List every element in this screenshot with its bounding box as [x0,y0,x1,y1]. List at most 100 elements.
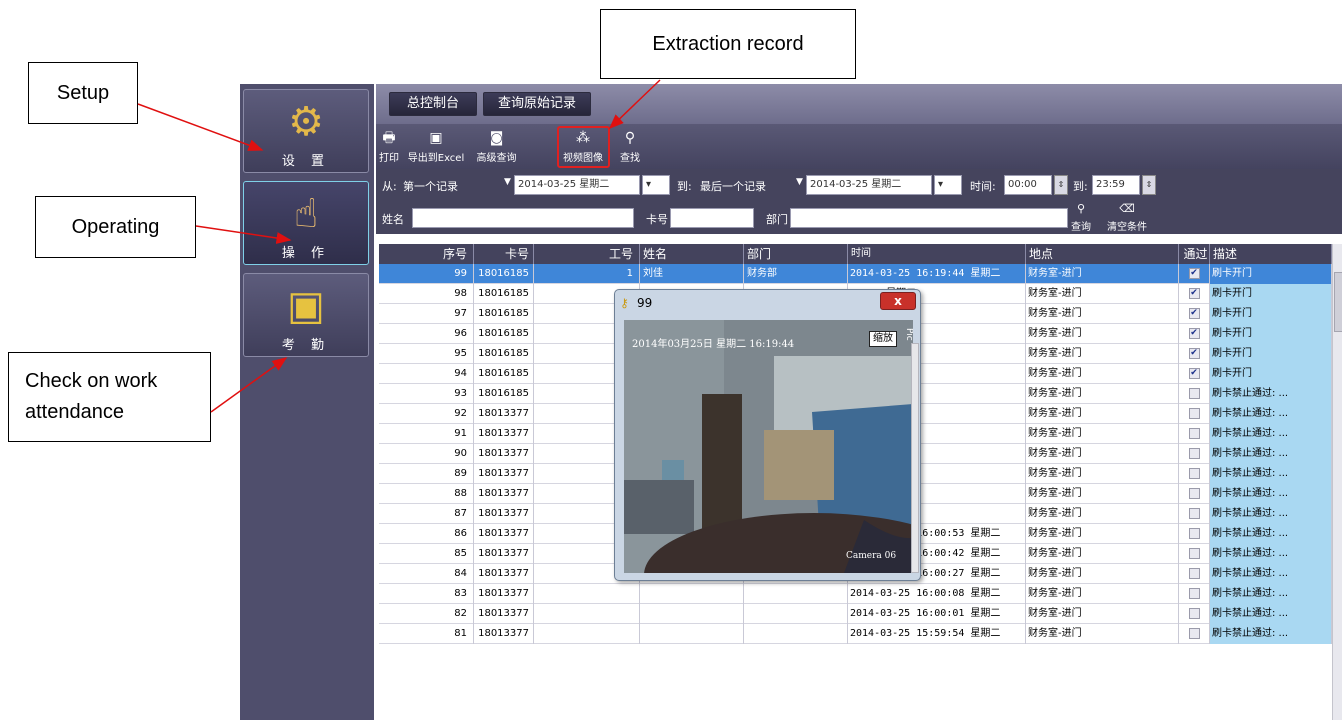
unchecked-checkbox[interactable] [1188,407,1200,419]
cell-place: 财务室-进门 [1026,404,1179,424]
unchecked-checkbox[interactable] [1188,567,1200,579]
clear-conditions-button[interactable]: ⌫ 清空条件 [1098,203,1156,234]
column-header[interactable]: 序号 [379,244,474,264]
dept-select[interactable] [790,208,1068,228]
tab-query-records[interactable]: 查询原始记录 [483,92,591,116]
column-header[interactable]: 通过 [1179,244,1210,264]
column-header[interactable]: 姓名 [640,244,744,264]
vertical-scrollbar[interactable] [1332,244,1342,720]
column-header[interactable]: 地点 [1026,244,1179,264]
to-date-picker[interactable]: ▾ [934,175,962,195]
cell-card: 18016185 [474,284,534,304]
close-button[interactable]: x [880,292,916,310]
column-header[interactable]: 卡号 [474,244,534,264]
checked-checkbox[interactable]: ✔ [1188,267,1200,279]
pass-checkbox-cell[interactable] [1179,444,1210,464]
pass-checkbox-cell[interactable]: ✔ [1179,344,1210,364]
zoom-button[interactable]: 缩放 [869,331,897,347]
table-row[interactable]: 83 18013377 2014-03-25 16:00:08 星期二 财务室-进门 刷… [379,584,1332,604]
callout-check-attendance: Check on work attendance [8,352,211,442]
unchecked-checkbox[interactable] [1188,527,1200,539]
unchecked-checkbox[interactable] [1188,447,1200,459]
pass-checkbox-cell[interactable]: ✔ [1179,324,1210,344]
sidebar-item-attendance[interactable]: ▣ 考 勤 [243,273,369,357]
unchecked-checkbox[interactable] [1188,607,1200,619]
pass-checkbox-cell[interactable] [1179,404,1210,424]
pass-checkbox-cell[interactable]: ✔ [1179,304,1210,324]
popup-scrollbar[interactable] [911,343,919,573]
unchecked-checkbox[interactable] [1188,587,1200,599]
pass-checkbox-cell[interactable] [1179,424,1210,444]
from-record-select[interactable]: 第一个记录 [403,178,458,194]
checked-checkbox[interactable]: ✔ [1188,307,1200,319]
cell-time: 2014-03-25 16:00:08 星期二 [848,584,1026,604]
unchecked-checkbox[interactable] [1188,467,1200,479]
to-date-field[interactable]: 2014-03-25 星期二 [806,175,932,195]
name-input[interactable] [412,208,634,228]
sidebar-item-operating[interactable]: ☝ 操 作 [243,181,369,265]
from-date-field[interactable]: 2014-03-25 星期二 [514,175,640,195]
checked-checkbox[interactable]: ✔ [1188,287,1200,299]
pass-checkbox-cell[interactable] [1179,624,1210,644]
pass-checkbox-cell[interactable]: ✔ [1179,284,1210,304]
unchecked-checkbox[interactable] [1188,487,1200,499]
cell-no: 82 [379,604,474,624]
print-button[interactable]: 🖶 打印 [376,130,402,164]
pass-checkbox-cell[interactable] [1179,464,1210,484]
time-from-field[interactable]: 00:00 [1004,175,1052,195]
checked-checkbox[interactable]: ✔ [1188,367,1200,379]
callout-check-line1: Check on work [25,370,158,392]
pass-checkbox-cell[interactable] [1179,544,1210,564]
tab-console[interactable]: 总控制台 [389,92,477,116]
card-input[interactable] [670,208,754,228]
column-header[interactable]: 时间 [848,244,1026,264]
table-row[interactable]: 82 18013377 2014-03-25 16:00:01 星期二 财务室-进门 刷… [379,604,1332,624]
query-button[interactable]: ⚲ 查询 [1064,203,1098,234]
pass-checkbox-cell[interactable]: ✔ [1179,264,1210,284]
checked-checkbox[interactable]: ✔ [1188,347,1200,359]
unchecked-checkbox[interactable] [1188,627,1200,639]
column-header[interactable]: 描述 [1210,244,1332,264]
to-record-select[interactable]: 最后一个记录 [700,178,766,194]
pass-checkbox-cell[interactable] [1179,604,1210,624]
pass-checkbox-cell[interactable] [1179,564,1210,584]
cell-card: 18013377 [474,464,534,484]
cell-place: 财务室-进门 [1026,484,1179,504]
cell-desc: 刷卡禁止通过: ... [1210,504,1332,524]
table-row[interactable]: 99 18016185 1 刘佳 财务部 2014-03-25 16:19:44 星期二财… [379,264,1332,284]
scrollbar-thumb[interactable] [1334,272,1342,332]
sidebar-item-setup[interactable]: ⚙ 设 置 [243,89,369,173]
unchecked-checkbox[interactable] [1188,427,1200,439]
pass-checkbox-cell[interactable] [1179,384,1210,404]
time-to-stepper[interactable]: ⇕ [1142,175,1156,195]
find-button[interactable]: ⚲ 查找 [615,130,645,164]
cell-no: 90 [379,444,474,464]
time-to-field[interactable]: 23:59 [1092,175,1140,195]
export-excel-button[interactable]: ▣ 导出到Excel [401,130,471,164]
chevron-down-icon[interactable]: ▼ [622,210,629,220]
unchecked-checkbox[interactable] [1188,387,1200,399]
unchecked-checkbox[interactable] [1188,507,1200,519]
cell-time: 2014-03-25 16:00:01 星期二 [848,604,1026,624]
pass-checkbox-cell[interactable] [1179,484,1210,504]
cell-no: 81 [379,624,474,644]
advanced-query-button[interactable]: ◙ 高级查询 [469,130,524,164]
pass-checkbox-cell[interactable]: ✔ [1179,364,1210,384]
pass-checkbox-cell[interactable] [1179,504,1210,524]
sidebar: ⚙ 设 置 ☝ 操 作 ▣ 考 勤 [240,84,374,720]
checked-checkbox[interactable]: ✔ [1188,327,1200,339]
from-date-picker[interactable]: ▾ [642,175,670,195]
chevron-down-icon[interactable]: ▼ [504,177,511,187]
unchecked-checkbox[interactable] [1188,547,1200,559]
chevron-down-icon[interactable]: ▼ [796,177,803,187]
pass-checkbox-cell[interactable] [1179,524,1210,544]
video-button-highlight [557,126,610,168]
column-header[interactable]: 工号 [534,244,640,264]
find-label: 查找 [620,153,640,164]
time-from-stepper[interactable]: ⇕ [1054,175,1068,195]
column-header[interactable]: 部门 [744,244,848,264]
pass-checkbox-cell[interactable] [1179,584,1210,604]
time-label: 时间: [970,180,996,193]
cell-dept [744,584,848,604]
table-row[interactable]: 81 18013377 2014-03-25 15:59:54 星期二 财务室-进门 刷… [379,624,1332,644]
